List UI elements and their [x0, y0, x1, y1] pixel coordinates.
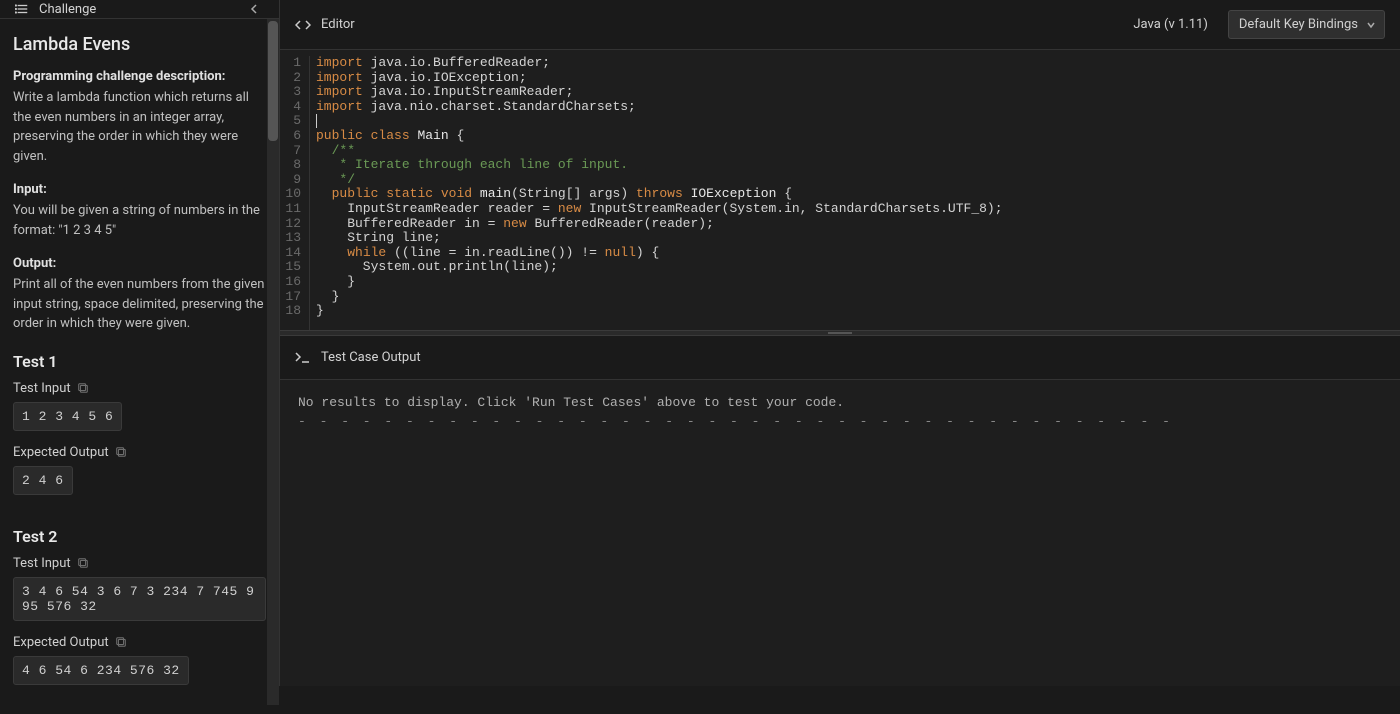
sidebar-header: Challenge	[0, 0, 279, 19]
test2-input-label: Test Input	[13, 556, 266, 571]
editor-header-label: Editor	[321, 17, 355, 32]
desc-body: Write a lambda function which returns al…	[13, 88, 266, 166]
copy-icon[interactable]	[115, 636, 127, 648]
test1-expected-value: 2 4 6	[13, 466, 73, 495]
test1-input-label-text: Test Input	[13, 381, 71, 396]
input-heading: Input:	[13, 182, 266, 197]
terminal-icon	[295, 351, 311, 365]
language-label: Java (v 1.11)	[1133, 17, 1208, 32]
copy-icon[interactable]	[77, 557, 89, 569]
keybindings-value: Default Key Bindings	[1239, 17, 1358, 32]
copy-icon[interactable]	[77, 382, 89, 394]
sidebar-header-label: Challenge	[39, 2, 96, 17]
test1-expected-label: Expected Output	[13, 445, 266, 460]
test2-expected-label-text: Expected Output	[13, 635, 109, 650]
output-header-label: Test Case Output	[321, 350, 421, 365]
copy-icon[interactable]	[115, 446, 127, 458]
challenge-sidebar: Challenge Lambda Evens Programming chall…	[0, 0, 280, 686]
test2-expected-label: Expected Output	[13, 635, 266, 650]
output-header: Test Case Output	[280, 336, 1400, 380]
challenge-title: Lambda Evens	[13, 34, 266, 55]
code-editor[interactable]: 123456789101112131415161718 import java.…	[280, 50, 1400, 330]
main-area: Editor Java (v 1.11) Default Key Binding…	[280, 0, 1400, 686]
test2-heading: Test 2	[13, 527, 266, 546]
output-body: No results to display. Click 'Run Test C…	[280, 380, 1400, 686]
output-body: Print all of the even numbers from the g…	[13, 275, 266, 334]
collapse-sidebar-button[interactable]	[246, 0, 264, 18]
list-icon	[15, 2, 29, 16]
keybindings-select[interactable]: Default Key Bindings	[1228, 10, 1385, 39]
test2-input-label-text: Test Input	[13, 556, 71, 571]
editor-header: Editor Java (v 1.11) Default Key Binding…	[280, 0, 1400, 50]
output-message: No results to display. Click 'Run Test C…	[298, 395, 1382, 410]
sidebar-scrollbar-thumb[interactable]	[268, 21, 278, 141]
splitter-handle-icon	[828, 332, 852, 334]
code-icon	[295, 17, 311, 33]
test2-input-value: 3 4 6 54 3 6 7 3 234 7 745 995 576 32	[13, 577, 266, 621]
test1-expected-label-text: Expected Output	[13, 445, 109, 460]
test1-heading: Test 1	[13, 352, 266, 371]
output-heading: Output:	[13, 256, 266, 271]
desc-heading: Programming challenge description:	[13, 69, 266, 84]
test1-input-value: 1 2 3 4 5 6	[13, 402, 122, 431]
output-divider: - - - - - - - - - - - - - - - - - - - - …	[298, 414, 1382, 429]
test1-input-label: Test Input	[13, 381, 266, 396]
test2-expected-value: 4 6 54 6 234 576 32	[13, 656, 189, 685]
editor-code[interactable]: import java.io.BufferedReader;import jav…	[310, 56, 1003, 330]
editor-gutter: 123456789101112131415161718	[280, 56, 310, 330]
sidebar-content: Lambda Evens Programming challenge descr…	[0, 19, 279, 714]
chevron-down-icon	[1366, 20, 1376, 30]
input-body: You will be given a string of numbers in…	[13, 201, 266, 240]
sidebar-scrollbar[interactable]	[267, 19, 279, 705]
